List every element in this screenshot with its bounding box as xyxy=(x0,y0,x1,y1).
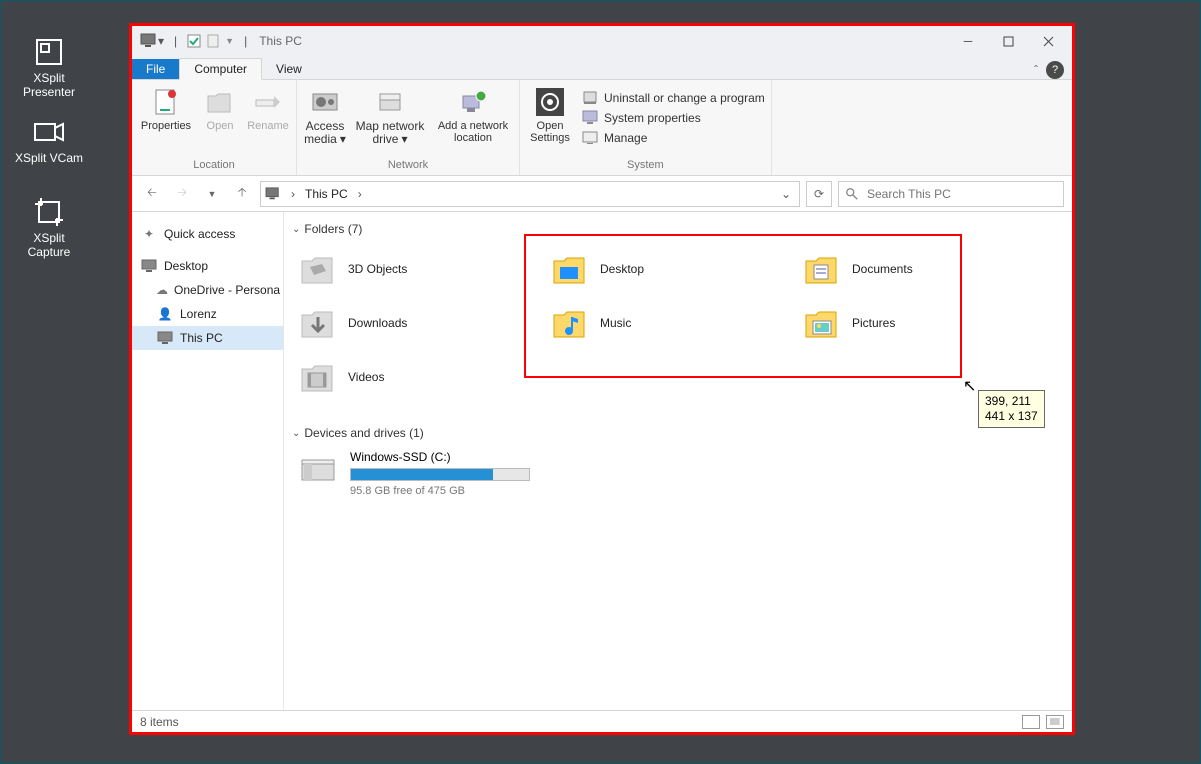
desktop-shortcut-label: XSplit VCam xyxy=(14,151,84,165)
nav-onedrive[interactable]: ☁OneDrive - Persona xyxy=(132,278,283,302)
tab-view[interactable]: View xyxy=(262,59,316,79)
rename-button: Rename xyxy=(246,86,290,132)
drive-usage-bar xyxy=(350,468,530,481)
folder-documents[interactable]: Documents xyxy=(796,242,1048,296)
properties-button[interactable]: Properties xyxy=(138,86,194,132)
folder-music[interactable]: Music xyxy=(544,296,796,350)
folders-section-header[interactable]: ⌄Folders (7) xyxy=(292,222,1064,236)
search-box[interactable] xyxy=(838,181,1064,207)
user-icon: 👤 xyxy=(156,305,174,323)
view-large-icons-button[interactable] xyxy=(1046,715,1064,729)
uninstall-program-button[interactable]: Uninstall or change a program xyxy=(582,90,765,106)
access-media-button[interactable]: Access media ▾ xyxy=(303,86,347,146)
nav-this-pc[interactable]: This PC xyxy=(132,326,283,350)
collapse-ribbon-icon[interactable]: ˆ xyxy=(1034,63,1038,77)
chevron-right-icon[interactable]: › xyxy=(354,187,366,201)
pc-icon xyxy=(156,329,174,347)
content-pane[interactable]: ⌄Folders (7) 3D Objects Desktop Document… xyxy=(284,212,1072,710)
system-properties-button[interactable]: System properties xyxy=(582,110,765,126)
app-icon xyxy=(31,194,67,230)
nav-quick-access[interactable]: ✦Quick access xyxy=(132,222,283,246)
view-details-button[interactable] xyxy=(1022,715,1040,729)
desktop-shortcut-xsplit-vcam[interactable]: XSplit VCam xyxy=(14,114,84,165)
manage-button[interactable]: Manage xyxy=(582,130,765,146)
address-bar-row: 🡠 🡢 ▼ 🡡 › This PC › ⌄ ⟳ xyxy=(132,176,1072,212)
nav-back-button[interactable]: 🡠 xyxy=(140,182,164,206)
nav-desktop[interactable]: Desktop xyxy=(132,254,283,278)
cloud-icon: ☁ xyxy=(156,281,168,299)
tab-file[interactable]: File xyxy=(132,59,179,79)
folders-grid: 3D Objects Desktop Documents Downloads M… xyxy=(292,242,1064,404)
desktop: XSplit Presenter XSplit VCam XSplit Capt… xyxy=(1,1,1200,763)
status-bar: 8 items xyxy=(132,710,1072,732)
app-icon xyxy=(31,114,67,150)
pc-icon: ▾ xyxy=(140,33,164,49)
star-icon: ✦ xyxy=(140,225,158,243)
tab-computer[interactable]: Computer xyxy=(179,58,262,80)
nav-forward-button: 🡢 xyxy=(170,182,194,206)
refresh-button[interactable]: ⟳ xyxy=(806,181,832,207)
search-input[interactable] xyxy=(867,187,1057,201)
ribbon-group-system: Open Settings Uninstall or change a prog… xyxy=(520,80,772,175)
app-icon xyxy=(31,34,67,70)
close-button[interactable] xyxy=(1028,27,1068,55)
folder-videos[interactable]: Videos xyxy=(292,350,544,404)
folder-pictures[interactable]: Pictures xyxy=(796,296,1048,350)
ribbon: Properties Open Rename Location xyxy=(132,80,1072,176)
quick-access-toolbar: ▾ | ▼ | xyxy=(140,33,251,49)
minimize-button[interactable]: ─ xyxy=(948,27,988,55)
nav-up-button[interactable]: 🡡 xyxy=(230,182,254,206)
nav-user[interactable]: 👤Lorenz xyxy=(132,302,283,326)
open-button: Open xyxy=(202,86,238,132)
nav-recent-button[interactable]: ▼ xyxy=(200,182,224,206)
ribbon-tabs: File Computer View ˆ ? xyxy=(132,56,1072,80)
title-bar[interactable]: ▾ | ▼ | This PC ─ xyxy=(132,26,1072,56)
address-bar[interactable]: › This PC › ⌄ xyxy=(260,181,800,207)
ribbon-group-location: Properties Open Rename Location xyxy=(132,80,297,175)
drive-free-text: 95.8 GB free of 475 GB xyxy=(350,485,530,497)
map-network-drive-button[interactable]: Map network drive ▾ xyxy=(355,86,425,146)
drive-c[interactable]: Windows-SSD (C:) 95.8 GB free of 475 GB xyxy=(292,446,592,501)
chevron-down-icon: ⌄ xyxy=(292,224,300,235)
folder-desktop[interactable]: Desktop xyxy=(544,242,796,296)
navigation-pane: ✦Quick access Desktop ☁OneDrive - Person… xyxy=(132,212,284,710)
drive-icon xyxy=(298,450,338,490)
desktop-shortcut-xsplit-capture[interactable]: XSplit Capture xyxy=(14,194,84,259)
folder-downloads[interactable]: Downloads xyxy=(292,296,544,350)
desktop-icon xyxy=(140,257,158,275)
open-settings-button[interactable]: Open Settings xyxy=(526,86,574,144)
help-icon[interactable]: ? xyxy=(1046,61,1064,79)
ribbon-group-network: Access media ▾ Map network drive ▾ Add a… xyxy=(297,80,520,175)
file-explorer-window: ▾ | ▼ | This PC ─ File Computer View ˆ ? xyxy=(129,23,1075,735)
desktop-shortcut-label: XSplit Presenter xyxy=(14,71,84,99)
desktop-shortcut-label: XSplit Capture xyxy=(14,231,84,259)
chevron-down-icon[interactable]: ⌄ xyxy=(781,187,795,201)
chevron-right-icon[interactable]: › xyxy=(287,187,299,201)
maximize-button[interactable] xyxy=(988,27,1028,55)
pc-icon xyxy=(265,187,281,201)
desktop-shortcut-xsplit-presenter[interactable]: XSplit Presenter xyxy=(14,34,84,99)
drives-section-header[interactable]: ⌄Devices and drives (1) xyxy=(292,426,1064,440)
search-icon xyxy=(845,187,859,201)
chevron-down-icon: ⌄ xyxy=(292,428,300,439)
doc-icon[interactable] xyxy=(207,34,219,48)
breadcrumb[interactable]: This PC xyxy=(305,187,348,201)
status-item-count: 8 items xyxy=(140,715,179,729)
drive-label: Windows-SSD (C:) xyxy=(350,450,530,464)
window-title: This PC xyxy=(259,34,302,48)
add-network-location-button[interactable]: Add a network location xyxy=(433,86,513,144)
folder-3d-objects[interactable]: 3D Objects xyxy=(292,242,544,296)
checkbox-icon[interactable] xyxy=(187,34,201,48)
coordinates-tooltip: 399, 211 441 x 137 xyxy=(978,390,1045,428)
